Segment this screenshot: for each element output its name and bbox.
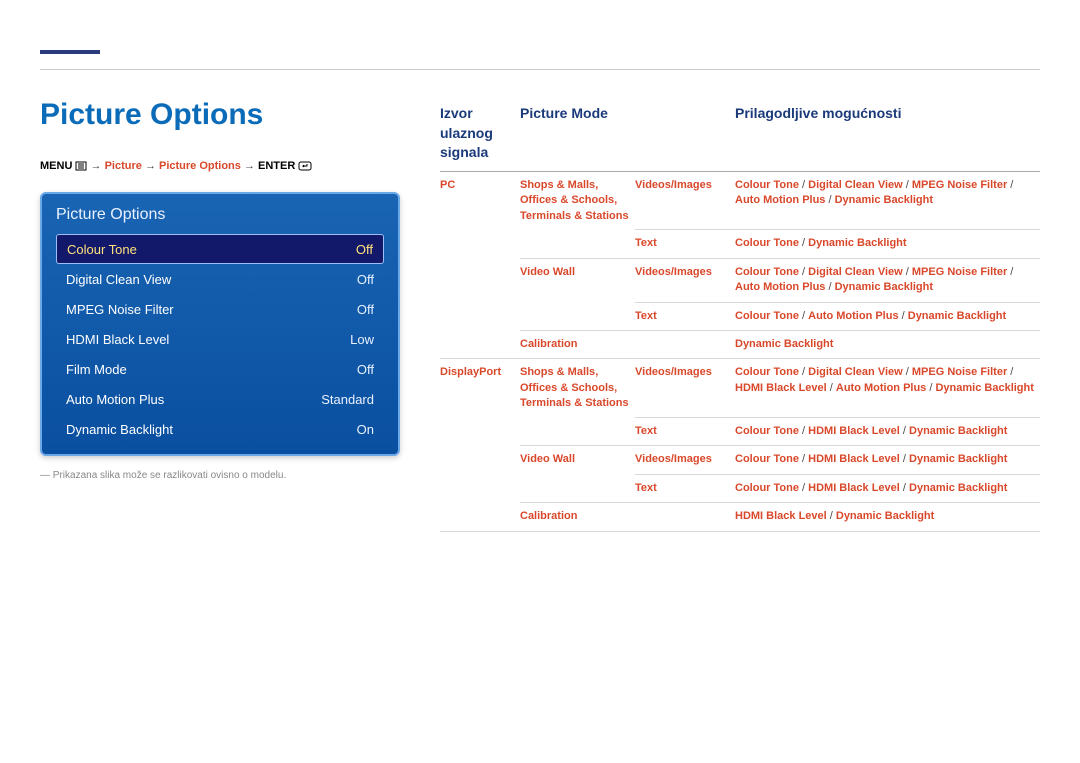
cell-mode: Offices & Schools [520,194,614,206]
cell-sub: Videos/Images [635,266,712,278]
cell-mode: Shops & Malls [520,366,595,378]
osd-rows: Colour ToneOffDigital Clean ViewOffMPEG … [56,234,384,444]
cell-mode: Terminals & Stations [520,397,629,409]
osd-value: Low [350,332,374,347]
th-source: Izvor ulaznog signala [440,98,520,171]
header-rule [40,50,1040,70]
osd-label: Digital Clean View [66,272,171,287]
options-table: Izvor ulaznog signala Picture Mode Prila… [440,98,1040,532]
cell-mode: Video Wall [520,266,575,278]
cell-sub: Videos/Images [635,179,712,191]
osd-label: HDMI Black Level [66,332,169,347]
cell-sub: Videos/Images [635,453,712,465]
cell-sub: Text [635,425,657,437]
cell-sub: Text [635,237,657,249]
left-column: Picture Options MENU → Picture → Picture… [40,98,400,532]
osd-value: Off [357,362,374,377]
osd-value: Off [356,242,373,257]
osd-label: MPEG Noise Filter [66,302,174,317]
osd-row[interactable]: Auto Motion Plus Standard [56,384,384,414]
osd-label: Film Mode [66,362,127,377]
osd-row[interactable]: Digital Clean View Off [56,264,384,294]
right-column: Izvor ulaznog signala Picture Mode Prila… [440,98,1040,532]
osd-title: Picture Options [56,206,384,224]
th-mode: Picture Mode [520,98,635,171]
breadcrumb-picture-options: Picture Options [159,160,241,172]
cell-sub: Text [635,482,657,494]
breadcrumb-enter: ENTER [258,160,295,172]
breadcrumb-picture: Picture [105,160,142,172]
osd-value: On [357,422,374,437]
cell-source: PC [440,179,455,191]
cell-source: DisplayPort [440,366,501,378]
cell-sub: Videos/Images [635,366,712,378]
arrow-icon: → [145,160,156,172]
cell-mode: Calibration [520,338,577,350]
cell-mode: Shops & Malls [520,179,595,191]
th-adj: Prilagodljive mogućnosti [735,98,1040,171]
enter-icon [298,161,312,174]
osd-value: Off [357,272,374,287]
osd-label: Colour Tone [67,242,137,257]
osd-row[interactable]: Dynamic Backlight On [56,414,384,444]
cell-mode: Terminals & Stations [520,210,629,222]
osd-value: Off [357,302,374,317]
osd-label: Dynamic Backlight [66,422,173,437]
page-title: Picture Options [40,98,400,132]
cell-sub: Text [635,310,657,322]
arrow-icon: → [244,160,255,172]
osd-panel: Picture Options Colour ToneOffDigital Cl… [40,192,400,456]
content: Picture Options MENU → Picture → Picture… [40,98,1040,532]
th-sub [635,98,735,171]
osd-label: Auto Motion Plus [66,392,164,407]
osd-value: Standard [321,392,374,407]
osd-row[interactable]: Colour Tone Off [56,234,384,264]
menu-icon [75,161,87,174]
footnote: ― Prikazana slika može se razlikovati ov… [40,470,400,481]
arrow-icon: → [91,160,102,172]
cell-mode: Video Wall [520,453,575,465]
osd-row[interactable]: MPEG Noise Filter Off [56,294,384,324]
breadcrumb-menu: MENU [40,160,72,172]
osd-row[interactable]: HDMI Black Level Low [56,324,384,354]
cell-mode: Offices & Schools [520,382,614,394]
osd-row[interactable]: Film Mode Off [56,354,384,384]
cell-mode: Calibration [520,510,577,522]
breadcrumb: MENU → Picture → Picture Options → ENTER [40,160,400,174]
